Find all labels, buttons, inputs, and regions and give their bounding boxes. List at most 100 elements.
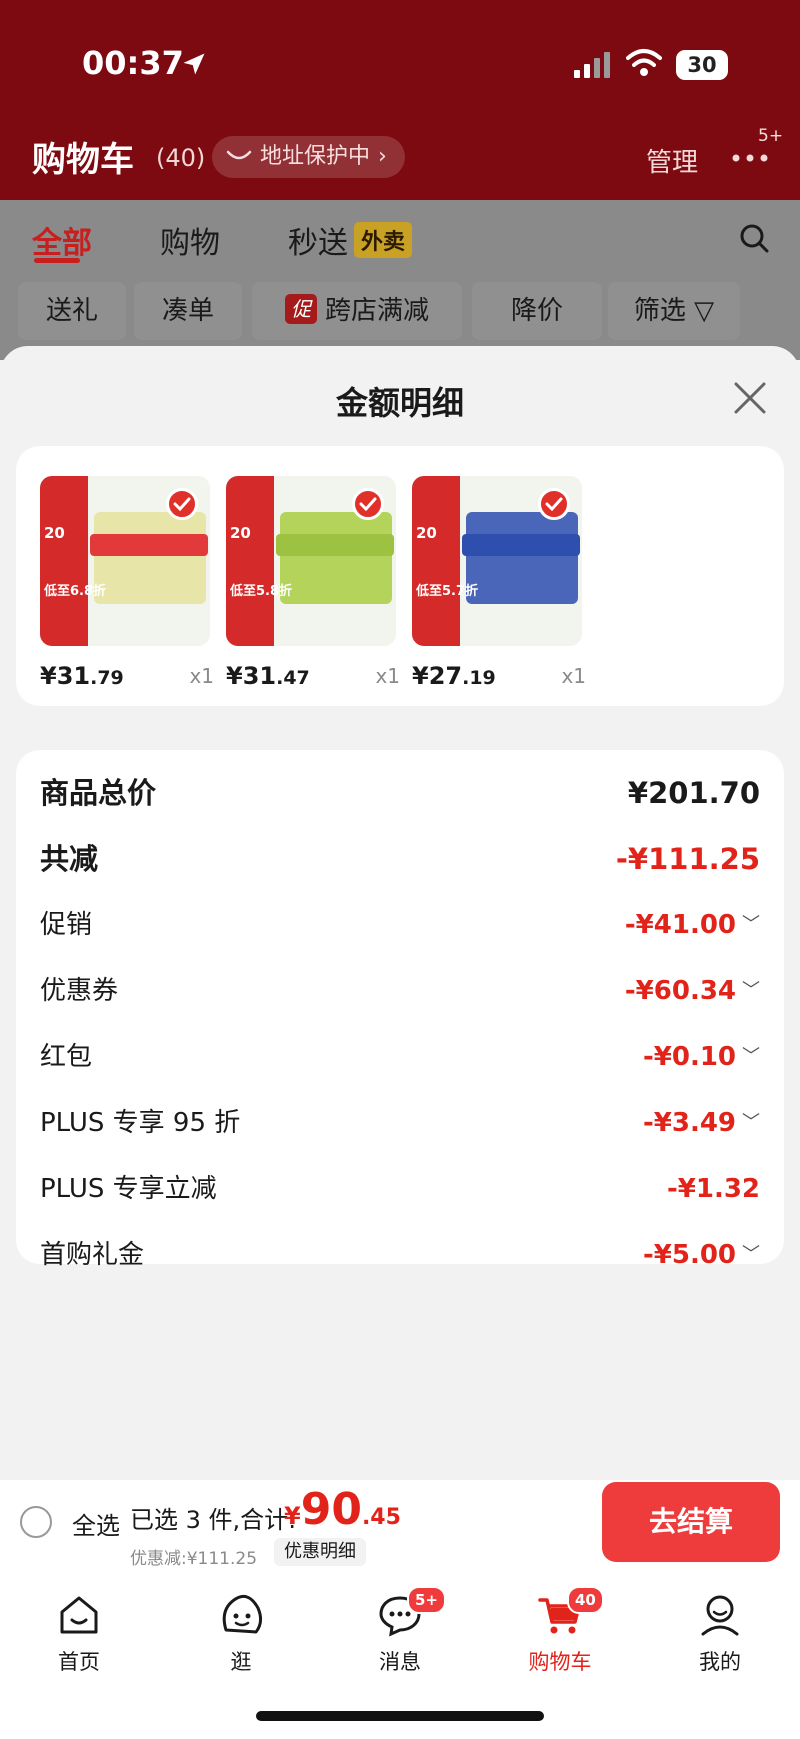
red-packet-label: 红包 — [40, 1042, 93, 1072]
promo-tag: 促 — [284, 294, 317, 324]
filter-price-drop-label: 降价 — [510, 296, 563, 326]
chevron-down-icon: ﹀ — [742, 980, 760, 1001]
filter-screen-label: 筛选 — [633, 296, 686, 326]
battery-indicator: 30 — [676, 50, 728, 80]
select-all-radio[interactable] — [20, 1506, 52, 1538]
chevron-down-icon: ﹀ — [742, 1046, 760, 1067]
filter-gift[interactable]: 送礼 — [18, 282, 126, 340]
promo-number: 20 — [44, 524, 65, 542]
subtotal-value: ¥201.70 — [627, 776, 760, 810]
total-integer: 90 — [300, 1484, 362, 1535]
coupon-value: -¥60.34 — [624, 976, 736, 1006]
plus-discount-row[interactable]: PLUS 专享 95 折 -¥3.49 ﹀ — [40, 1098, 760, 1148]
first-purchase-value: -¥5.00 — [642, 1240, 736, 1270]
close-icon[interactable] — [732, 380, 768, 416]
filter-screen[interactable]: 筛选 ▽ — [608, 282, 740, 340]
checkout-button[interactable]: 去结算 — [602, 1482, 780, 1562]
filter-price-drop[interactable]: 降价 — [472, 282, 602, 340]
nav-messages[interactable]: 5+ 消息 — [345, 1586, 455, 1676]
price-decimal: .79 — [90, 667, 124, 689]
tab-shopping[interactable]: 购物 — [160, 218, 220, 262]
price-breakdown-card: 商品总价 ¥201.70 共减 -¥111.25 促销 -¥41.00 ﹀ 优惠券… — [16, 750, 784, 1270]
messages-badge: 5+ — [407, 1586, 447, 1614]
filter-cross-store-discount[interactable]: 促跨店满减 — [252, 282, 462, 340]
product-thumbnail: 20 低至5.7折 — [412, 476, 582, 646]
first-purchase-row[interactable]: 首购礼金 -¥5.00 ﹀ — [40, 1230, 760, 1280]
promotion-label: 促销 — [40, 910, 93, 940]
product-item[interactable]: 20 低至6.8折 ¥31.79 x1 — [40, 476, 214, 690]
product-price: ¥27.19 — [412, 662, 496, 690]
nav-browse[interactable]: 逛 — [186, 1592, 296, 1676]
price-integer: ¥31 — [226, 662, 277, 690]
promo-number: 20 — [230, 524, 251, 542]
nav-messages-label: 消息 — [379, 1650, 421, 1674]
product-quantity: x1 — [375, 664, 400, 688]
nav-cart[interactable]: 40 购物车 — [505, 1586, 615, 1676]
red-packet-row[interactable]: 红包 -¥0.10 ﹀ — [40, 1032, 760, 1082]
top-header: 00:37 30 购物车 (40) 地址保护中 › 管理 5+ — [0, 0, 800, 200]
product-quantity: x1 — [561, 664, 586, 688]
product-item[interactable]: 20 低至5.7折 ¥27.19 x1 — [412, 476, 586, 690]
funnel-icon: ▽ — [694, 296, 715, 326]
nav-home[interactable]: 首页 — [24, 1592, 134, 1676]
price-decimal: .19 — [462, 667, 496, 689]
promo-discount: 低至5.7折 — [416, 584, 479, 599]
total-discount-row: 共减 -¥111.25 — [40, 834, 760, 884]
face-icon — [222, 1594, 263, 1634]
tab-all[interactable]: 全部 — [32, 218, 92, 262]
smile-icon — [226, 150, 252, 160]
chevron-right-icon: › — [378, 144, 387, 169]
product-price: ¥31.79 — [40, 662, 124, 690]
location-arrow-icon — [183, 53, 205, 75]
red-packet-value-wrap: -¥0.10 ﹀ — [643, 1032, 760, 1082]
chevron-down-icon: ﹀ — [742, 1244, 760, 1265]
status-time: 00:37 — [82, 44, 184, 82]
manage-button[interactable]: 管理 — [646, 142, 698, 179]
total-price: ¥90.45 — [284, 1484, 401, 1535]
tab-express[interactable]: 秒送 — [288, 218, 348, 262]
total-discount-value: -¥111.25 — [615, 842, 760, 876]
promo-band — [276, 534, 394, 556]
product-image — [280, 512, 392, 604]
select-all-label[interactable]: 全选 — [72, 1506, 120, 1541]
filter-bundle[interactable]: 凑单 — [134, 282, 242, 340]
checkmark-icon — [538, 488, 570, 520]
nav-cart-label: 购物车 — [528, 1650, 592, 1674]
filter-cross-store-label: 跨店满减 — [324, 296, 429, 326]
subtotal-label: 商品总价 — [40, 776, 157, 810]
home-indicator — [256, 1711, 544, 1721]
subtotal-row: 商品总价 ¥201.70 — [40, 768, 760, 818]
takeaway-badge: 外卖 — [354, 222, 413, 258]
product-thumbnail: 20 低至5.8折 — [226, 476, 396, 646]
cart-count: (40) — [156, 144, 206, 172]
page-title: 购物车 — [32, 140, 134, 180]
plus-instant-label: PLUS 专享立减 — [40, 1174, 217, 1204]
nav-browse-label: 逛 — [230, 1650, 252, 1674]
plus-discount-value-wrap: -¥3.49 ﹀ — [643, 1098, 760, 1148]
address-protection-pill[interactable]: 地址保护中 › — [212, 136, 405, 178]
chevron-down-icon: ﹀ — [742, 1112, 760, 1133]
address-protection-label: 地址保护中 — [260, 144, 371, 169]
discount-detail-link[interactable]: 优惠明细 — [274, 1538, 366, 1566]
product-thumbnail: 20 低至6.8折 — [40, 476, 210, 646]
selected-summary: 已选 3 件,合计: — [130, 1506, 297, 1534]
checkout-bar: 全选 已选 3 件,合计: ¥90.45 优惠减:¥111.25 优惠明细 去结… — [0, 1480, 800, 1572]
coupon-row[interactable]: 优惠券 -¥60.34 ﹀ — [40, 966, 760, 1016]
promo-strip — [226, 476, 274, 646]
first-purchase-value-wrap: -¥5.00 ﹀ — [643, 1230, 760, 1280]
plus-discount-label: PLUS 专享 95 折 — [40, 1108, 241, 1138]
total-decimal: .45 — [361, 1505, 401, 1530]
promo-discount: 低至6.8折 — [44, 584, 107, 599]
nav-profile[interactable]: 我的 — [665, 1592, 775, 1676]
plus-discount-value: -¥3.49 — [642, 1108, 736, 1138]
search-icon[interactable] — [738, 222, 770, 254]
product-price: ¥31.47 — [226, 662, 310, 690]
promo-discount: 低至5.8折 — [230, 584, 293, 599]
cellular-signal-icon — [574, 52, 610, 78]
promo-band — [462, 534, 580, 556]
promotion-row[interactable]: 促销 -¥41.00 ﹀ — [40, 900, 760, 950]
tab-active-underline — [34, 258, 80, 263]
product-item[interactable]: 20 低至5.8折 ¥31.47 x1 — [226, 476, 400, 690]
checkmark-icon — [352, 488, 384, 520]
more-dots-icon[interactable] — [730, 148, 770, 168]
